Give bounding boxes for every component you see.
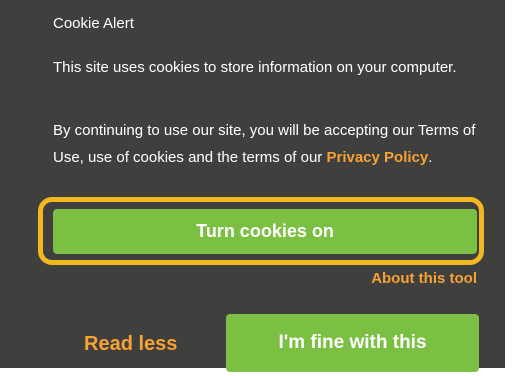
terms-paragraph: By continuing to use our site, you will … [53, 117, 483, 171]
terms-end: . [428, 149, 433, 166]
cookie-message: This site uses cookies to store informat… [53, 59, 457, 76]
cookie-alert-dialog: Cookie Alert This site uses cookies to s… [0, 0, 505, 372]
dialog-title: Cookie Alert [53, 15, 134, 32]
about-this-tool-link[interactable]: About this tool [371, 269, 477, 289]
privacy-policy-link[interactable]: Privacy Policy [326, 149, 428, 166]
turn-cookies-on-button[interactable]: Turn cookies on [53, 209, 477, 254]
accept-cookies-button[interactable]: I'm fine with this [226, 314, 479, 372]
read-less-link[interactable]: Read less [84, 332, 177, 356]
